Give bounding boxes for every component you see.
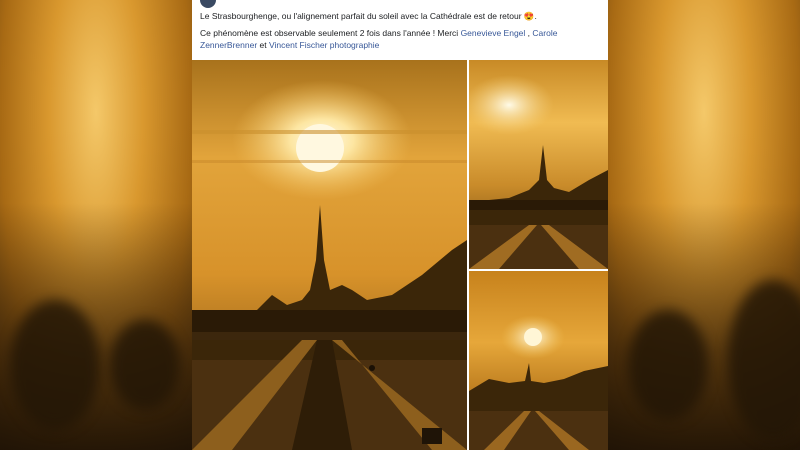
post-line-1: Le Strasbourghenge, ou l'alignement parf… xyxy=(200,11,537,21)
blurred-background-left xyxy=(0,0,192,450)
photo-bottom-right-cathedral-sunset[interactable] xyxy=(469,271,608,450)
social-post: Le Strasbourghenge, ou l'alignement parf… xyxy=(192,0,608,450)
photo-top-right-cathedral-sunset[interactable] xyxy=(469,60,608,269)
avatar[interactable] xyxy=(200,0,216,8)
post-text: Le Strasbourghenge, ou l'alignement parf… xyxy=(200,10,600,56)
heart-eyes-emoji: 😍 xyxy=(523,11,535,21)
post-line-2-text: Ce phénomène est observable seulement 2 … xyxy=(200,28,461,38)
mention-link-genevieve-engel[interactable]: Genevieve Engel xyxy=(461,28,526,38)
photo-main-image xyxy=(192,60,467,450)
blurred-background-right xyxy=(608,0,800,450)
mention-link-vincent-fischer[interactable]: Vincent Fischer photographie xyxy=(269,40,379,50)
post-header xyxy=(192,0,608,8)
post-line-2: Ce phénomène est observable seulement 2 … xyxy=(200,27,600,51)
photo-bottom-right-image xyxy=(469,271,608,450)
post-line-1-text: Le Strasbourghenge, ou l'alignement parf… xyxy=(200,11,522,21)
photo-main-cathedral-sunset[interactable] xyxy=(192,60,467,450)
photo-top-right-image xyxy=(469,60,608,269)
mention-separator-et: et xyxy=(257,40,269,50)
